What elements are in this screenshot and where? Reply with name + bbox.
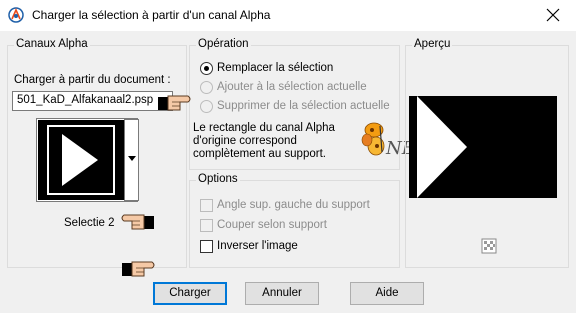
- channel-thumbnail[interactable]: [36, 118, 138, 202]
- help-button[interactable]: Aide: [350, 282, 424, 305]
- load-button[interactable]: Charger: [153, 282, 227, 305]
- paintshop-app-icon: [8, 7, 24, 23]
- replace-selection-label[interactable]: Remplacer la sélection: [217, 62, 333, 74]
- invert-image-label[interactable]: Inverser l'image: [217, 240, 298, 252]
- subtract-selection-label[interactable]: Supprimer de la sélection actuelle: [217, 100, 390, 112]
- clip-to-canvas-label[interactable]: Couper selon support: [217, 219, 327, 231]
- document-select[interactable]: 501_KaD_Alfakanaal2.psp: [12, 91, 173, 111]
- top-left-canvas-label[interactable]: Angle sup. gauche du support: [217, 199, 370, 211]
- operation-info-line-1: Le rectangle du canal Alpha: [193, 122, 335, 134]
- pointing-hand-icon: [158, 95, 191, 111]
- replace-selection-radio[interactable]: [200, 62, 213, 75]
- add-selection-label[interactable]: Ajouter à la sélection actuelle: [217, 81, 367, 93]
- preview-legend: Aperçu: [412, 38, 453, 50]
- title-bar: Charger la sélection à partir d'un canal…: [0, 0, 576, 31]
- top-left-canvas-checkbox[interactable]: [200, 199, 213, 212]
- document-select-value: 501_KaD_Alfakanaal2.psp: [17, 94, 154, 106]
- subtract-selection-radio[interactable]: [200, 100, 213, 113]
- clip-to-canvas-checkbox[interactable]: [200, 219, 213, 232]
- operation-info-line-2: d'origine correspond: [193, 135, 297, 147]
- chevron-down-icon: [128, 156, 136, 161]
- channel-thumbnail-image: [38, 120, 124, 200]
- window-title: Charger la sélection à partir d'un canal…: [32, 8, 271, 22]
- pointing-hand-icon: [121, 214, 154, 230]
- preview-image-graphic: [409, 96, 557, 198]
- preview-image: [409, 96, 557, 198]
- alpha-channels-legend: Canaux Alpha: [14, 38, 90, 50]
- operation-info-line-3: complètement au support.: [193, 148, 326, 160]
- load-from-document-label: Charger à partir du document :: [14, 74, 171, 86]
- options-legend: Options: [196, 173, 240, 185]
- add-selection-radio[interactable]: [200, 81, 213, 94]
- channel-dropdown-button[interactable]: [124, 119, 139, 201]
- invert-image-checkbox[interactable]: [200, 240, 213, 253]
- preview-navigation-icon[interactable]: [481, 238, 497, 254]
- pointing-hand-icon: [122, 261, 155, 277]
- operation-legend: Opération: [196, 38, 251, 50]
- channel-name-label: Selectie 2: [64, 217, 115, 229]
- cancel-button[interactable]: Annuler: [245, 282, 319, 305]
- close-icon[interactable]: [544, 6, 562, 24]
